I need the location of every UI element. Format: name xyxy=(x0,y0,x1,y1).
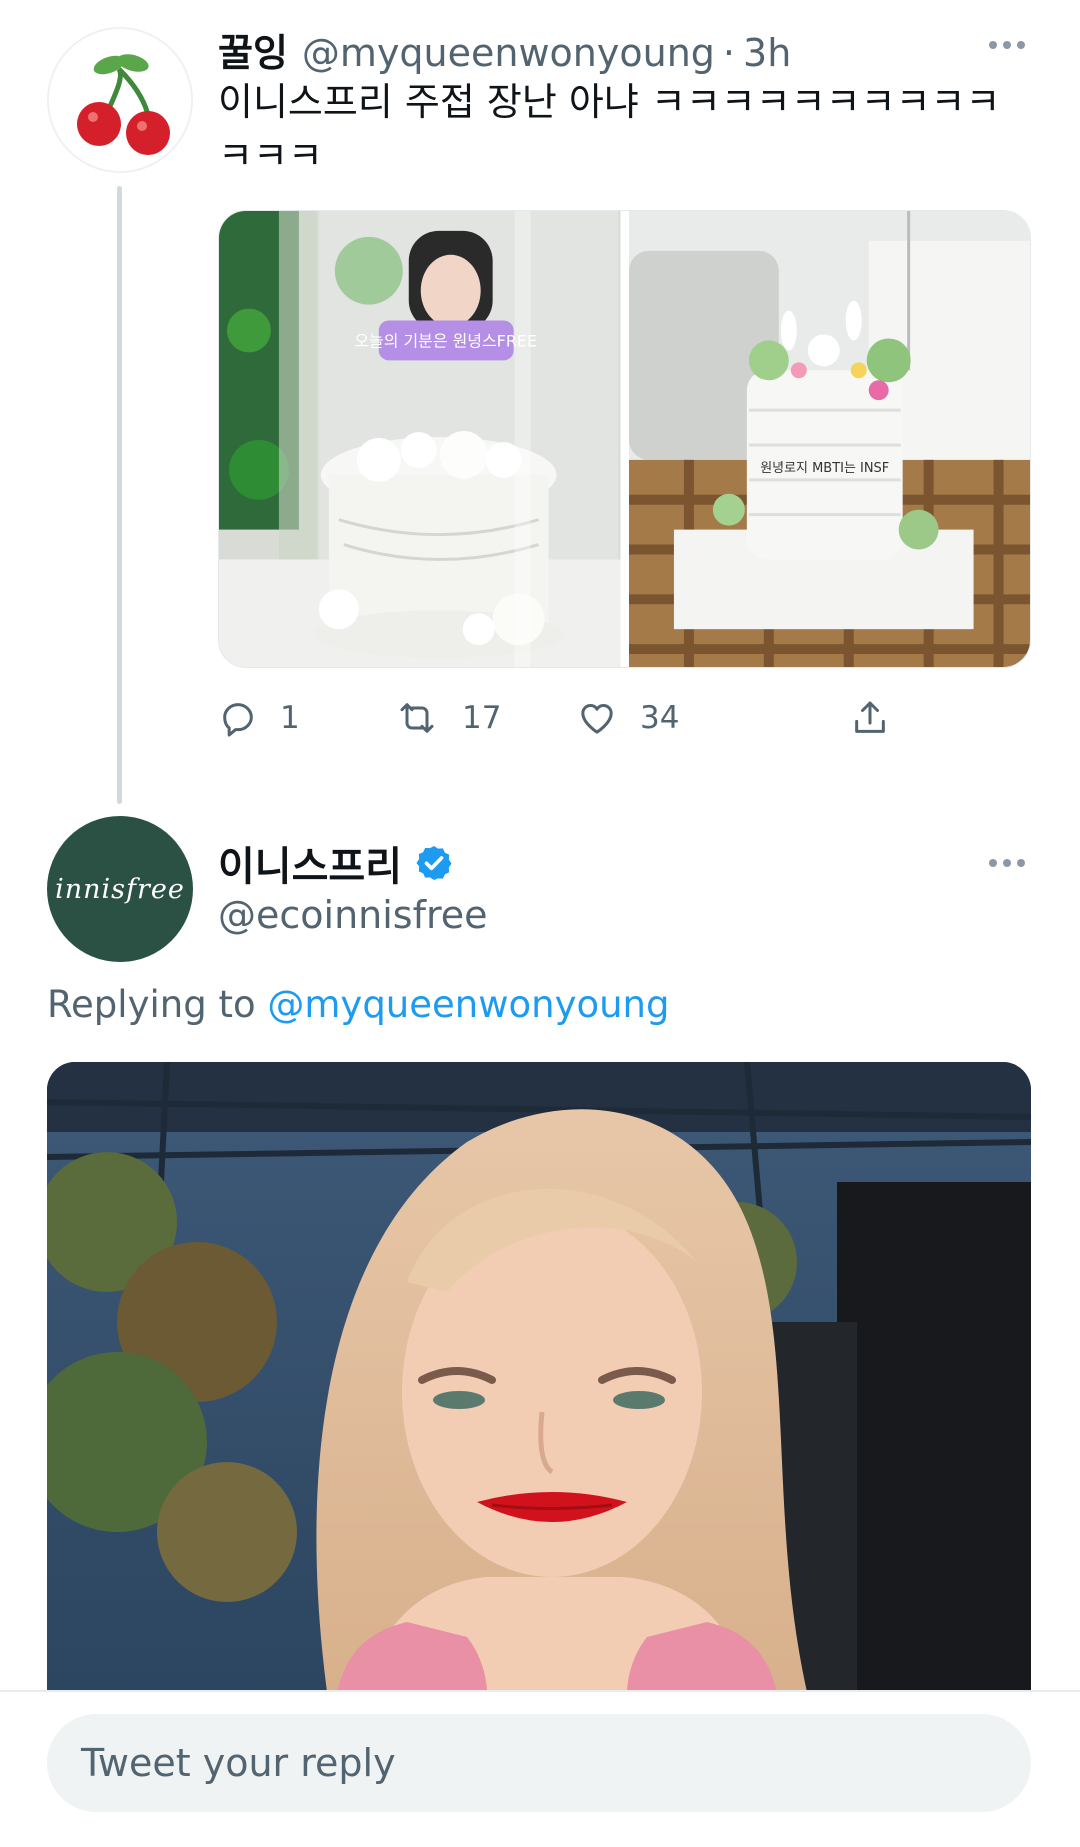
avatar[interactable] xyxy=(47,27,193,173)
retweet-button[interactable]: 17 xyxy=(394,690,501,746)
like-button[interactable]: 34 xyxy=(576,690,679,746)
retweet-count: 17 xyxy=(462,700,502,736)
brand-avatar[interactable]: innisfree xyxy=(47,816,193,962)
cake-topper-text: 오늘의 기분은 원녕스FREE xyxy=(354,331,537,350)
heart-icon xyxy=(581,704,613,734)
media-grid: 오늘의 기분은 원녕스FREE 원녕로지 MBTI는 INSF xyxy=(218,210,1031,668)
verified-badge-icon xyxy=(416,846,452,880)
author-handle[interactable]: @myqueenwonyoung xyxy=(302,31,715,75)
share-icon xyxy=(855,701,885,733)
more-icon xyxy=(989,859,1025,867)
more-button[interactable] xyxy=(984,30,1030,60)
gif-media[interactable] xyxy=(47,1062,1031,1692)
avatar-logo-text: innisfree xyxy=(55,873,185,905)
tweet-actions: 1 17 34 xyxy=(218,690,938,746)
like-count: 34 xyxy=(640,700,680,736)
reply-count: 1 xyxy=(280,700,300,736)
replying-to: Replying to @myqueenwonyoung xyxy=(47,983,670,1026)
reply-input[interactable]: Tweet your reply xyxy=(47,1714,1031,1812)
more-icon xyxy=(989,41,1025,49)
thread-line xyxy=(117,186,122,804)
reply-placeholder: Tweet your reply xyxy=(81,1741,396,1785)
replying-prefix: Replying to xyxy=(47,983,256,1026)
cherry-icon xyxy=(77,54,170,155)
author-name[interactable]: 꿀잉 xyxy=(218,22,288,77)
replying-handle-link[interactable]: @myqueenwonyoung xyxy=(267,983,669,1026)
author-name[interactable]: 이니스프리 xyxy=(218,834,402,892)
divider xyxy=(0,1690,1080,1692)
reply-icon xyxy=(223,703,253,737)
tweet-header: 꿀잉 @myqueenwonyoung · 3h xyxy=(218,22,791,75)
cake-text: 원녕로지 MBTI는 INSF xyxy=(760,461,889,476)
retweet-icon xyxy=(400,703,434,733)
more-button[interactable] xyxy=(984,848,1030,878)
author-handle[interactable]: @ecoinnisfree xyxy=(218,893,488,937)
cake-photo-1[interactable]: 오늘의 기분은 원녕스FREE xyxy=(219,211,621,667)
tweet-text: 이니스프리 주접 장난 아냐 ㅋㅋㅋㅋㅋㅋㅋㅋㅋㅋㅋㅋㅋ xyxy=(218,80,1001,178)
cake-photo-2[interactable]: 원녕로지 MBTI는 INSF xyxy=(628,211,1030,667)
tweet-header: 이니스프리 xyxy=(218,838,454,890)
reply-button[interactable]: 1 xyxy=(218,690,300,746)
separator-dot: · xyxy=(722,31,736,75)
timestamp[interactable]: 3h xyxy=(743,31,791,75)
share-button[interactable] xyxy=(850,690,890,746)
